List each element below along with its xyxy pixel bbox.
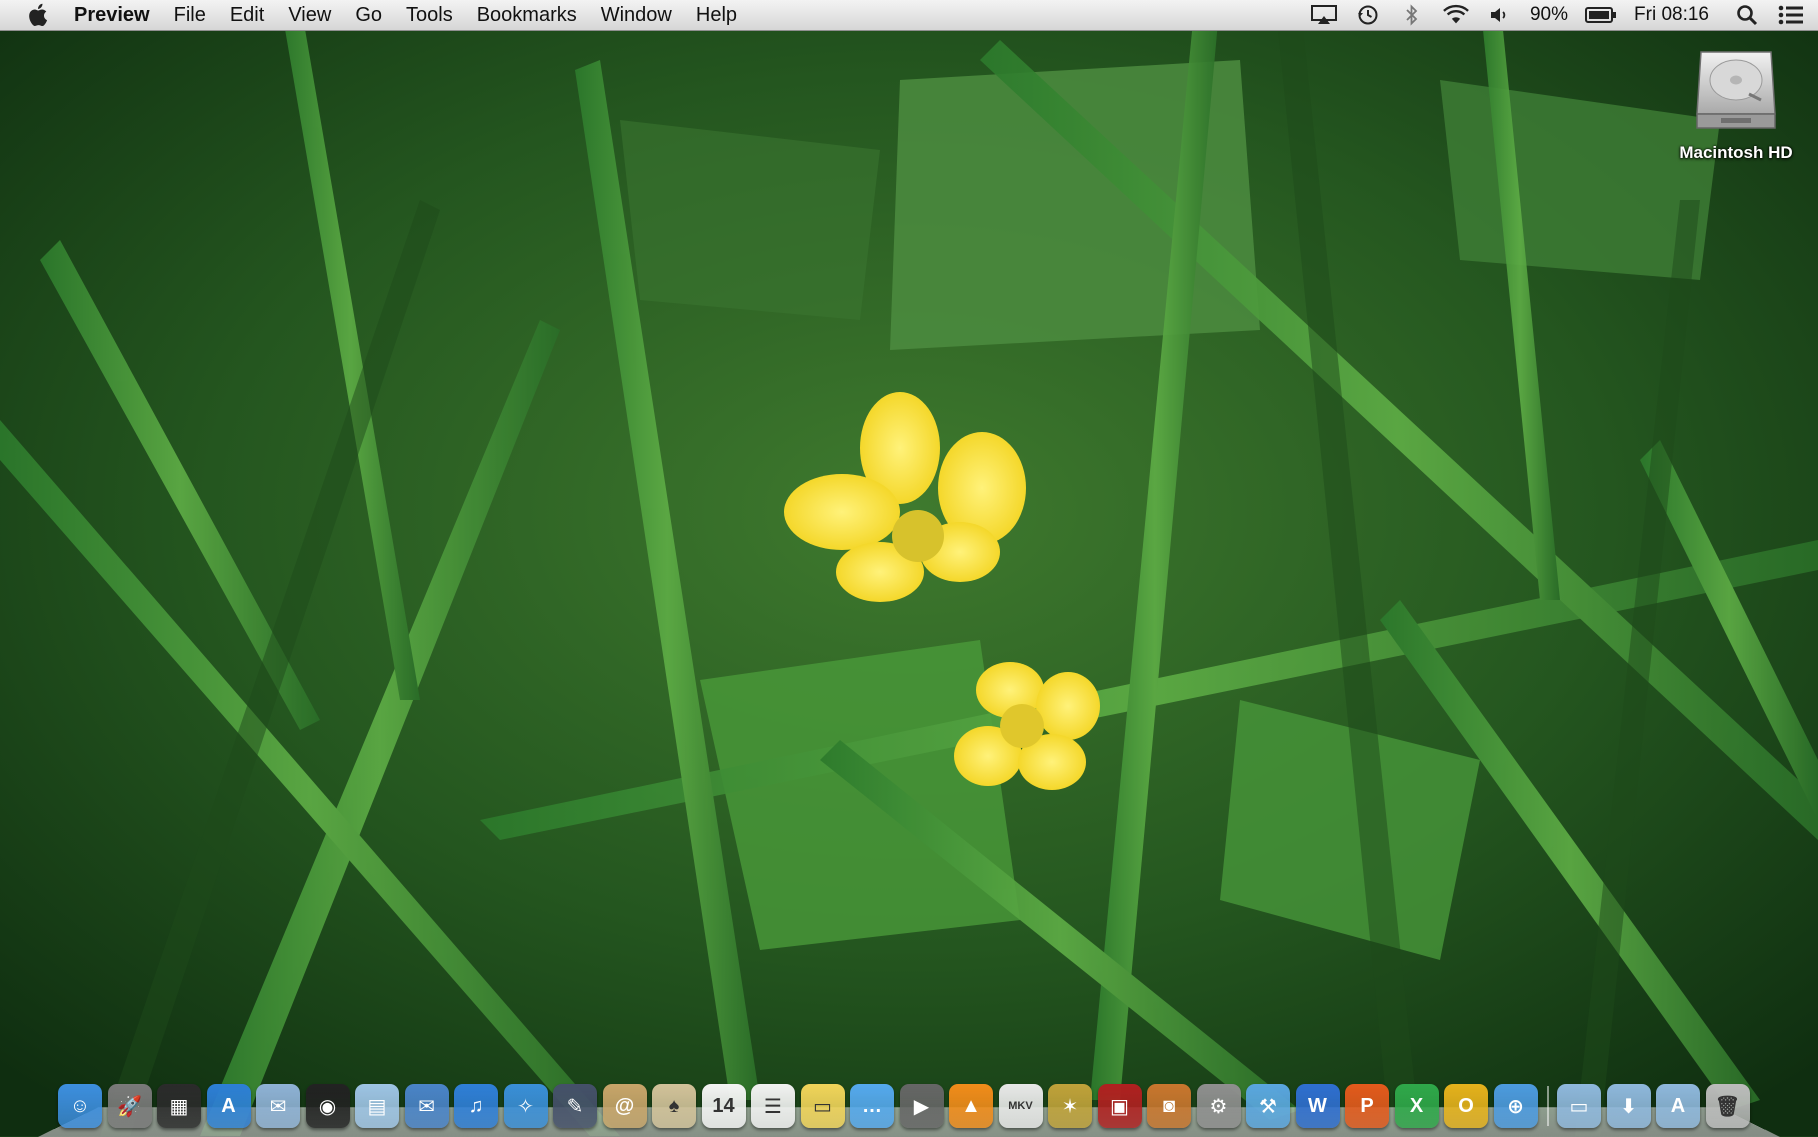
- apple-logo-icon[interactable]: [26, 2, 52, 28]
- dock-solitaire-icon[interactable]: ♠: [652, 1084, 696, 1128]
- dock-iphoto-icon[interactable]: ▤: [355, 1084, 399, 1128]
- menu-bookmarks[interactable]: Bookmarks: [465, 0, 589, 30]
- dock-mkv-player-icon[interactable]: MKV: [998, 1084, 1043, 1128]
- volume-icon[interactable]: [1487, 4, 1513, 26]
- dock-cocktail-icon[interactable]: ✶: [1048, 1084, 1092, 1128]
- dock-reminders-icon[interactable]: ☰: [751, 1084, 795, 1128]
- dock-trash-icon[interactable]: 🗑: [1705, 1084, 1750, 1128]
- desktop-wallpaper: [0, 0, 1818, 1136]
- dock-photo-booth-icon[interactable]: ◉: [305, 1084, 350, 1128]
- dock-powerpoint-icon[interactable]: P: [1345, 1084, 1389, 1128]
- dock-vlc-icon[interactable]: ▲: [949, 1084, 993, 1128]
- desktop-icon-macintosh-hd[interactable]: Macintosh HD: [1664, 44, 1808, 163]
- dock-calendar-icon[interactable]: 14: [701, 1084, 746, 1128]
- dock-messages-icon[interactable]: …: [850, 1084, 894, 1128]
- menu-go[interactable]: Go: [343, 0, 394, 30]
- menu-view[interactable]: View: [276, 0, 343, 30]
- dock-photo-slideshow-icon[interactable]: ▣: [1097, 1084, 1142, 1128]
- dock-downloads-stack-icon[interactable]: ⬇: [1606, 1084, 1651, 1128]
- dock-stickies-icon[interactable]: ▭: [800, 1084, 845, 1128]
- dock-system-preferences-icon[interactable]: ⚙: [1196, 1084, 1241, 1128]
- menu-edit[interactable]: Edit: [218, 0, 276, 30]
- menu-bar-status: 90% Fri 08:16: [1302, 0, 1818, 30]
- dock-outlook-icon[interactable]: O: [1444, 1084, 1488, 1128]
- menu-bar: Preview File Edit View Go Tools Bookmark…: [0, 0, 1818, 31]
- dock-app-store-icon[interactable]: A: [206, 1084, 251, 1128]
- dock-finder-icon[interactable]: ☺: [58, 1084, 102, 1128]
- dock-mail-icon[interactable]: ✉: [404, 1084, 449, 1128]
- dock-documents-stack-icon[interactable]: ▭: [1557, 1084, 1601, 1128]
- dock-separator: [1547, 1086, 1549, 1126]
- spotlight-search-icon[interactable]: [1734, 4, 1760, 26]
- menu-app-name[interactable]: Preview: [74, 0, 162, 30]
- menu-tools[interactable]: Tools: [394, 0, 465, 30]
- dock-excel-icon[interactable]: X: [1394, 1084, 1439, 1128]
- airplay-icon[interactable]: [1310, 4, 1337, 26]
- dock-applications-stack-icon[interactable]: A: [1656, 1084, 1700, 1128]
- menu-window[interactable]: Window: [589, 0, 684, 30]
- hard-drive-icon: [1696, 51, 1776, 129]
- dock-network-utility-icon[interactable]: ⊕: [1493, 1084, 1538, 1128]
- desktop-icon-label: Macintosh HD: [1679, 143, 1793, 162]
- menu-bar-left: Preview File Edit View Go Tools Bookmark…: [0, 0, 749, 30]
- time-machine-icon[interactable]: [1355, 4, 1381, 26]
- dock: ☺ 🚀 ▦ A ✉ ◉ ▤ ✉ ♫ ✧ ✎ @ ♠ 14 ☰ ▭… ▶ ▲ MKV ✶ ▣ ◙ ⚙ ⚒ W P X O ⊕ ▭ ⬇ A 🗑: [58, 1078, 1758, 1128]
- dock-preview-icon[interactable]: ✉: [256, 1084, 300, 1128]
- notification-center-icon[interactable]: [1778, 4, 1804, 26]
- dock-safari-icon[interactable]: ✧: [503, 1084, 548, 1128]
- menu-clock[interactable]: Fri 08:16: [1634, 4, 1709, 26]
- battery-percent[interactable]: 90%: [1530, 4, 1568, 26]
- bluetooth-icon[interactable]: [1399, 4, 1425, 26]
- wifi-icon[interactable]: [1443, 4, 1469, 26]
- battery-icon[interactable]: [1585, 4, 1617, 26]
- dock-address-book-icon[interactable]: @: [602, 1084, 647, 1128]
- dock-word-icon[interactable]: W: [1295, 1084, 1340, 1128]
- menu-help[interactable]: Help: [684, 0, 749, 30]
- dock-migration-icon[interactable]: ✎: [553, 1084, 597, 1128]
- dock-facetime-icon[interactable]: ▶: [899, 1084, 944, 1128]
- dock-launchpad-icon[interactable]: 🚀: [107, 1084, 152, 1128]
- dock-image-capture-icon[interactable]: ◙: [1147, 1084, 1191, 1128]
- dock-mission-control-icon[interactable]: ▦: [157, 1084, 201, 1128]
- menu-file[interactable]: File: [162, 0, 218, 30]
- dock-itunes-icon[interactable]: ♫: [454, 1084, 498, 1128]
- dock-xcode-icon[interactable]: ⚒: [1246, 1084, 1290, 1128]
